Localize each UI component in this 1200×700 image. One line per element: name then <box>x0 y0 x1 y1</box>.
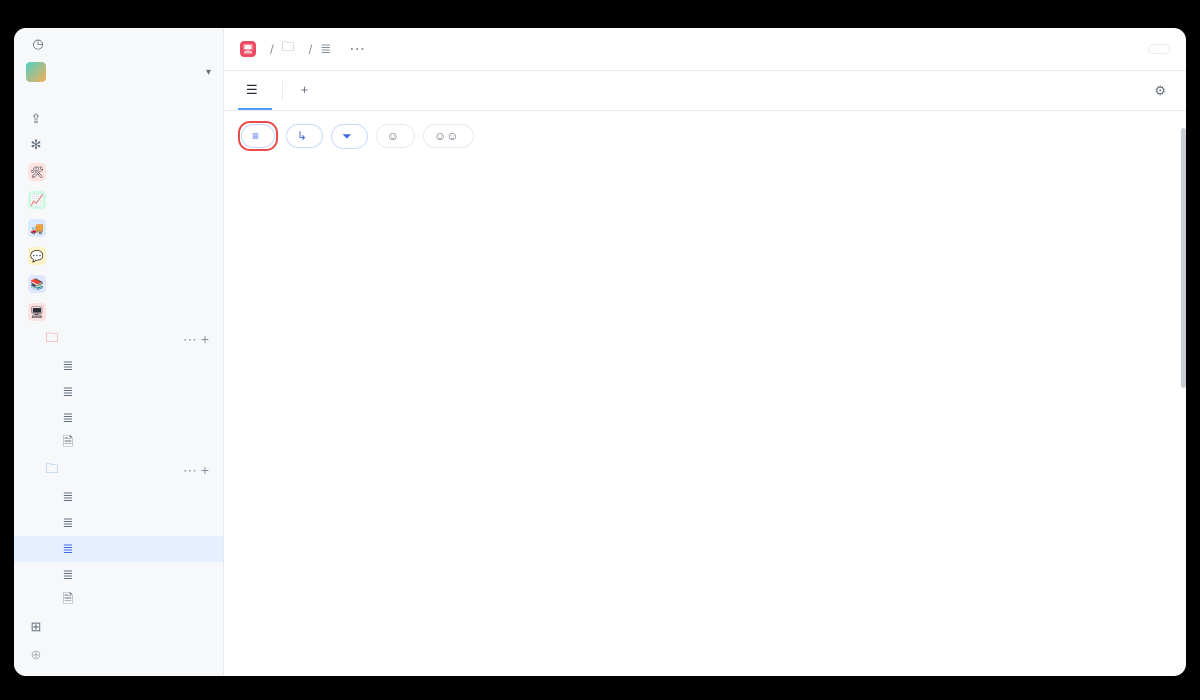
person-icon: ☺ <box>387 129 399 143</box>
doc-icon: 🗎 <box>60 593 76 609</box>
table-area <box>224 161 1186 676</box>
space-icon: 📈 <box>28 191 46 209</box>
plus-icon[interactable]: + <box>201 331 209 348</box>
section-label-spaces <box>14 92 223 106</box>
nav-doc-vision[interactable]: 🗎 <box>14 431 223 457</box>
nav-item-more[interactable]: ◷ <box>14 32 223 56</box>
highlight-group-pill: ≡ <box>238 121 278 151</box>
gear-icon: ⚙ <box>1154 83 1166 99</box>
toolbar: ≡ ↳ ⏷ ☺ ☺☺ <box>224 111 1186 161</box>
nav-list-team-rocks[interactable]: ≣ <box>14 510 223 536</box>
folder-icon: 🗀 <box>282 38 295 60</box>
nav-invite-members[interactable]: ⊕ <box>14 642 223 668</box>
nav-space-growth[interactable]: 📈 <box>14 186 223 214</box>
me-mode-pill[interactable]: ☺ <box>376 124 415 148</box>
list-icon: ≣ <box>60 384 76 400</box>
subtasks-pill[interactable]: ↳ <box>286 124 323 148</box>
person-plus-icon: ⊕ <box>28 647 44 663</box>
folder-icon: 🗀 <box>44 463 60 479</box>
nav-shared-with-me[interactable]: ⇪ <box>14 106 223 132</box>
share-icon: ⇪ <box>28 111 44 127</box>
list-icon: ≣ <box>60 541 76 557</box>
nav-space-process[interactable]: 📚 <box>14 270 223 298</box>
nav-folder-vto[interactable]: 🗀 ⋯+ <box>14 326 223 353</box>
nav-everything[interactable]: ✻ <box>14 132 223 158</box>
workspace-switcher[interactable]: ▾ <box>14 56 223 92</box>
list-icon: ≣ <box>60 515 76 531</box>
chevron-down-icon: ▾ <box>206 67 211 78</box>
plus-icon: + <box>301 82 309 97</box>
breadcrumb: 🖥 / 🗀 / ≣ ⋯ <box>224 28 1186 71</box>
filter-pill[interactable]: ⏷ <box>331 124 368 149</box>
breadcrumb-folder[interactable]: 🗀 <box>282 38 301 60</box>
tab-issues-by-priority[interactable]: ☰ <box>238 72 272 110</box>
filter-icon: ⏷ <box>342 129 352 144</box>
list-icon: ≣ <box>60 410 76 426</box>
nav-list-accountability[interactable]: ≣ <box>14 405 223 431</box>
link-icon: ↳ <box>297 129 307 143</box>
space-icon: 🚚 <box>28 219 46 237</box>
nav-list-long-term[interactable]: ≣ <box>14 353 223 379</box>
nav-list-l10-meeting[interactable]: ≣ <box>14 484 223 510</box>
space-icon: 🖥 <box>28 303 46 321</box>
plus-icon[interactable]: + <box>201 462 209 479</box>
breadcrumb-space[interactable]: 🖥 <box>240 41 262 57</box>
nav-space-eos[interactable]: 🖥 <box>14 298 223 326</box>
add-view-button[interactable]: + <box>293 72 323 109</box>
nav-space-operations[interactable]: 🛠 <box>14 158 223 186</box>
nav-list-team-issues[interactable]: ≣ <box>14 536 223 562</box>
nav-space-crm[interactable]: 💬 <box>14 242 223 270</box>
sparkle-icon: ✻ <box>28 137 44 153</box>
sidebar: ◷ ▾ ⇪ ✻ 🛠 📈 🚚 💬 📚 🖥 🗀⋯+ ≣ ≣ ≣ 🗎 🗀⋯+ ≣ ≣ … <box>14 28 224 676</box>
space-badge-icon: 🖥 <box>240 41 256 57</box>
space-icon: 🛠 <box>28 163 46 181</box>
nav-folder-team-l10[interactable]: 🗀 ⋯+ <box>14 457 223 484</box>
customize-button[interactable]: ⚙ <box>1154 83 1172 99</box>
nav-list-all-rocks[interactable]: ≣ <box>14 379 223 405</box>
space-icon: 📚 <box>28 275 46 293</box>
stack-icon: ≡ <box>252 129 259 143</box>
nav-list-scorecard[interactable]: ≣ <box>14 562 223 588</box>
nav-all-spaces[interactable]: ⊞ <box>14 614 223 640</box>
list-icon: ☰ <box>246 82 258 98</box>
main-content: 🖥 / 🗀 / ≣ ⋯ ☰ + ⚙ ≡ ↳ ⏷ ☺ ☺☺ <box>224 28 1186 676</box>
more-icon[interactable]: ⋯ <box>183 331 197 348</box>
breadcrumb-sep: / <box>270 42 274 57</box>
nav-doc-meeting-notes[interactable]: 🗎 <box>14 588 223 614</box>
doc-icon: 🗎 <box>60 436 76 452</box>
list-icon: ≣ <box>60 567 76 583</box>
breadcrumb-list[interactable]: ≣ <box>320 41 337 57</box>
list-icon: ≣ <box>60 489 76 505</box>
grid-icon: ⊞ <box>28 619 44 635</box>
group-by-pill[interactable]: ≡ <box>241 124 275 148</box>
clock-icon: ◷ <box>30 36 46 52</box>
breadcrumb-more-icon[interactable]: ⋯ <box>349 39 365 59</box>
share-button[interactable] <box>1148 44 1170 54</box>
list-icon: ≣ <box>60 358 76 374</box>
tab-separator <box>282 81 283 101</box>
breadcrumb-sep: / <box>309 42 313 57</box>
nav-space-delivery[interactable]: 🚚 <box>14 214 223 242</box>
assignees-pill[interactable]: ☺☺ <box>423 124 475 148</box>
list-icon: ≣ <box>320 41 331 57</box>
view-tabs: ☰ + ⚙ <box>224 71 1186 111</box>
people-icon: ☺☺ <box>434 129 459 143</box>
folder-icon: 🗀 <box>44 332 60 348</box>
more-icon[interactable]: ⋯ <box>183 462 197 479</box>
space-icon: 💬 <box>28 247 46 265</box>
workspace-icon <box>26 62 46 82</box>
